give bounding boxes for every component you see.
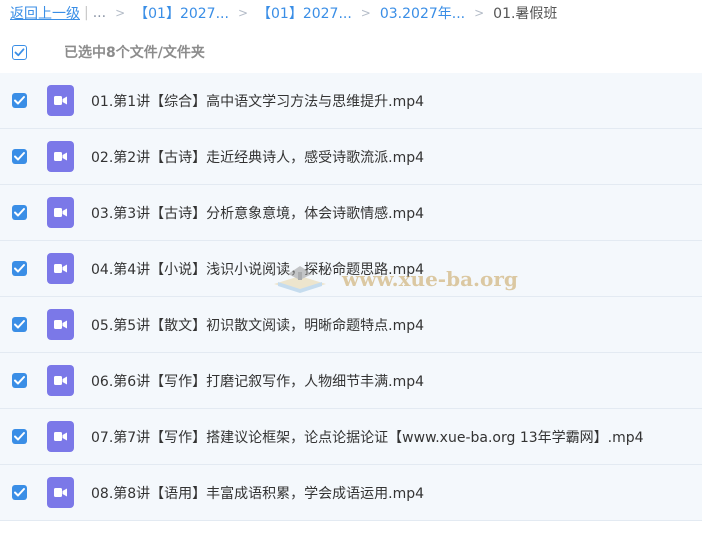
file-checkbox[interactable] [12,429,27,444]
check-icon [14,488,25,497]
file-name[interactable]: 04.第4讲【小说】浅识小说阅读，探秘命题思路.mp4 [91,259,424,279]
check-icon [14,47,25,56]
file-row[interactable]: 05.第5讲【散文】初识散文阅读，明晰命题特点.mp4 [0,297,702,353]
file-checkbox[interactable] [12,149,27,164]
file-checkbox[interactable] [12,93,27,108]
breadcrumb-ellipsis[interactable]: ... [93,5,106,21]
breadcrumb-separator-icon: > [115,6,126,20]
video-file-icon [47,253,74,284]
video-file-icon [47,309,74,340]
video-file-icon [47,141,74,172]
file-name[interactable]: 08.第8讲【语用】丰富成语积累，学会成语运用.mp4 [91,483,424,503]
file-name[interactable]: 03.第3讲【古诗】分析意象意境，体会诗歌情感.mp4 [91,203,424,223]
file-row[interactable]: 06.第6讲【写作】打磨记叙写作，人物细节丰满.mp4 [0,353,702,409]
file-row[interactable]: 04.第4讲【小说】浅识小说阅读，探秘命题思路.mp4 [0,241,702,297]
breadcrumb-current: 01.暑假班 [493,6,558,22]
check-icon [14,152,25,161]
video-file-icon [47,477,74,508]
file-checkbox[interactable] [12,373,27,388]
back-link[interactable]: 返回上一级 [10,3,80,23]
breadcrumb: 返回上一级 | ... > 【01】2027... > 【01】2027... … [10,3,557,23]
file-list: 01.第1讲【综合】高中语文学习方法与思维提升.mp4 02.第2讲【古诗】走近… [0,73,702,521]
select-all-checkbox[interactable] [12,44,27,60]
check-icon [14,432,25,441]
video-file-icon [47,197,74,228]
check-icon [14,264,25,273]
selection-summary: 已选中8个文件/文件夹 [64,45,205,61]
file-name[interactable]: 02.第2讲【古诗】走近经典诗人，感受诗歌流派.mp4 [91,147,424,167]
video-file-icon [47,421,74,452]
breadcrumb-separator-icon: > [237,6,248,20]
breadcrumb-separator-icon: > [360,6,371,20]
file-name[interactable]: 05.第5讲【散文】初识散文阅读，明晰命题特点.mp4 [91,315,424,335]
file-row[interactable]: 01.第1讲【综合】高中语文学习方法与思维提升.mp4 [0,73,702,129]
breadcrumb-item-3[interactable]: 03.2027年... [380,3,465,23]
file-row[interactable]: 08.第8讲【语用】丰富成语积累，学会成语运用.mp4 [0,465,702,521]
file-name[interactable]: 01.第1讲【综合】高中语文学习方法与思维提升.mp4 [91,91,424,111]
video-file-icon [47,365,74,396]
file-checkbox[interactable] [12,205,27,220]
file-name[interactable]: 07.第7讲【写作】搭建议论框架，论点论据论证【www.xue-ba.org 1… [91,427,644,447]
check-icon [14,96,25,105]
file-name[interactable]: 06.第6讲【写作】打磨记叙写作，人物细节丰满.mp4 [91,371,424,391]
file-checkbox[interactable] [12,317,27,332]
breadcrumb-item-2[interactable]: 【01】2027... [257,3,352,23]
file-row[interactable]: 03.第3讲【古诗】分析意象意境，体会诗歌情感.mp4 [0,185,702,241]
check-icon [14,320,25,329]
breadcrumb-item-1[interactable]: 【01】2027... [134,3,229,23]
check-icon [14,376,25,385]
video-file-icon [47,85,74,116]
file-row[interactable]: 02.第2讲【古诗】走近经典诗人，感受诗歌流派.mp4 [0,129,702,185]
check-icon [14,208,25,217]
breadcrumb-divider: | [84,5,89,21]
file-checkbox[interactable] [12,485,27,500]
selection-bar: 已选中8个文件/文件夹 [0,34,702,70]
breadcrumb-separator-icon: > [474,6,485,20]
file-row[interactable]: 07.第7讲【写作】搭建议论框架，论点论据论证【www.xue-ba.org 1… [0,409,702,465]
file-checkbox[interactable] [12,261,27,276]
